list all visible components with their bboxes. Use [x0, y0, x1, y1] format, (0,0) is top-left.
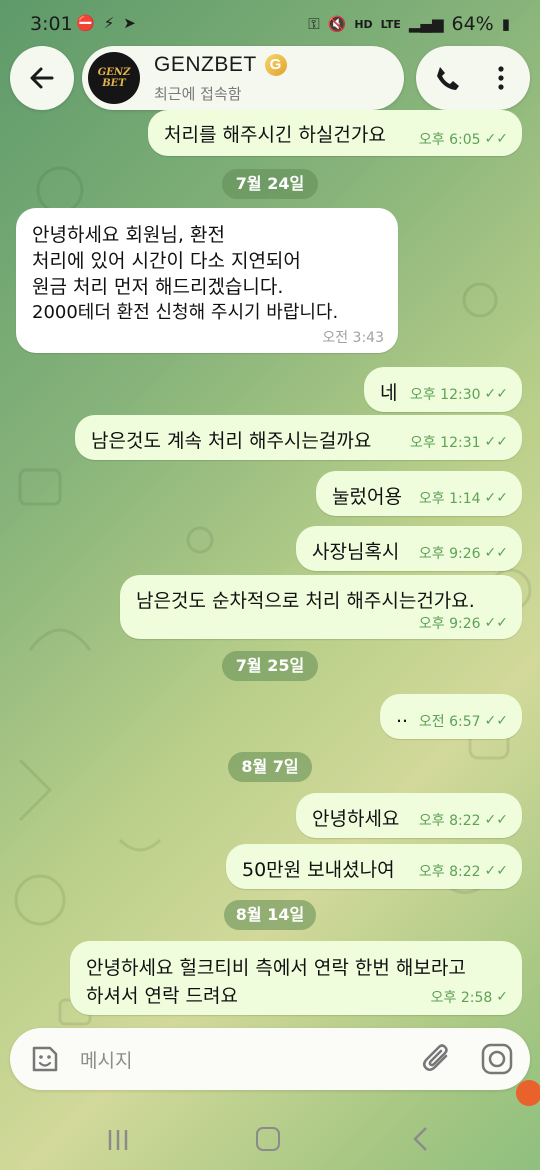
recent-apps-icon[interactable]	[106, 1128, 130, 1152]
date-separator: 7월 24일	[222, 169, 318, 199]
status-time: 3:01	[30, 13, 73, 35]
key-icon: ⚿	[308, 15, 320, 33]
notification-dot[interactable]	[516, 1080, 540, 1106]
message-text: 남은것도 순차적으로 처리 해주시는건가요.	[136, 590, 475, 612]
date-separator: 8월 14일	[224, 900, 316, 930]
message-time: 오후 8:22	[418, 813, 481, 829]
single-check-icon: ✓	[496, 989, 508, 1005]
message-text-line: 안녕하세요 회원님, 환전	[32, 224, 225, 246]
message-text-line: 처리에 있어 시간이 다소 지연되어	[32, 250, 301, 272]
message-bubble-outgoing[interactable]: 50만원 보내셨나여 오후 8:22 ✓✓	[226, 844, 522, 889]
status-bar: 3:01 ⛔ ⚡ ➤ ⚿ 🔇 HD LTE ▂▄▆ 64% ▮	[0, 0, 540, 48]
double-check-icon: ✓✓	[484, 386, 508, 402]
message-text: 안녕하세요	[312, 808, 400, 830]
message-text: 사장님혹시	[312, 541, 400, 563]
hd-voice-icon: HD	[354, 17, 373, 31]
message-time: 오후 12:30	[409, 387, 481, 403]
network-label: LTE	[380, 17, 401, 31]
chat-header[interactable]: GENZ BET GENZBET G 최근에 접속함	[82, 46, 404, 110]
telegram-icon: ➤	[123, 14, 136, 32]
arrow-left-icon	[30, 67, 54, 89]
header-actions	[416, 46, 530, 110]
emoji-badge-icon: G	[264, 54, 287, 77]
message-time: 오후 9:26	[418, 616, 481, 632]
message-text: 처리를 해주시긴 하실건가요	[164, 124, 386, 146]
back-button[interactable]	[10, 46, 74, 110]
message-input[interactable]: 메시지	[80, 1046, 132, 1073]
message-bubble-outgoing[interactable]: 남은것도 순차적으로 처리 해주시는건가요. 오후 9:26 ✓✓	[120, 575, 522, 639]
message-text-line: 2000테더 환전 신청해 주시기 바랍니다.	[32, 302, 339, 323]
dnd-icon: ⛔	[76, 14, 95, 32]
double-check-icon: ✓✓	[484, 863, 508, 879]
message-time: 오후 8:22	[418, 864, 481, 880]
double-check-icon: ✓✓	[484, 615, 508, 631]
message-time: 오후 6:05	[418, 132, 481, 148]
date-separator: 8월 7일	[228, 752, 312, 782]
sticker-icon[interactable]	[28, 1042, 62, 1076]
double-check-icon: ✓✓	[484, 490, 508, 506]
message-time: 오후 9:26	[418, 546, 481, 562]
mute-icon: 🔇	[327, 15, 347, 33]
signal-off-icon: ⚡	[103, 14, 115, 32]
more-vertical-icon[interactable]	[486, 63, 516, 93]
message-bubble-outgoing[interactable]: 남은것도 계속 처리 해주시는걸까요 오후 12:31 ✓✓	[75, 415, 522, 460]
phone-icon[interactable]	[432, 63, 462, 93]
double-check-icon: ✓✓	[484, 812, 508, 828]
system-nav-bar	[0, 1110, 540, 1170]
paperclip-icon[interactable]	[422, 1042, 454, 1076]
message-time: 오후 2:58	[430, 990, 493, 1006]
message-bubble-outgoing[interactable]: .. 오전 6:57 ✓✓	[380, 694, 522, 739]
message-text-line: 원금 처리 먼저 해드리겠습니다.	[32, 276, 284, 298]
message-time: 오후 1:14	[418, 491, 481, 507]
message-time: 오전 6:57	[418, 714, 481, 730]
avatar-logo-line1: GENZ	[97, 67, 131, 78]
camera-icon[interactable]	[480, 1042, 514, 1076]
message-bubble-outgoing[interactable]: 처리를 해주시긴 하실건가요 오후 6:05 ✓✓	[148, 110, 522, 156]
home-icon[interactable]	[256, 1127, 280, 1151]
signal-bars-icon: ▂▄▆	[408, 15, 444, 33]
message-time: 오후 12:31	[409, 435, 481, 451]
nav-back-icon[interactable]	[410, 1126, 432, 1152]
avatar-logo-line2: BET	[102, 78, 126, 89]
battery-percent: 64%	[451, 13, 494, 35]
message-bubble-outgoing[interactable]: 네 오후 12:30 ✓✓	[364, 367, 522, 412]
double-check-icon: ✓✓	[484, 713, 508, 729]
message-bubble-outgoing[interactable]: 안녕하세요 오후 8:22 ✓✓	[296, 793, 522, 838]
message-text-line: 안녕하세요 헐크티비 측에서 연락 한번 해보라고	[86, 957, 466, 979]
message-text-line: 하셔서 연락 드려요	[86, 985, 238, 1007]
message-text: 50만원 보내셨나여	[242, 859, 395, 881]
message-bubble-outgoing[interactable]: 눌렀어용 오후 1:14 ✓✓	[316, 471, 522, 516]
last-seen-status: 최근에 접속함	[154, 85, 242, 103]
battery-icon: ▮	[501, 15, 510, 33]
avatar[interactable]: GENZ BET	[88, 52, 140, 104]
double-check-icon: ✓✓	[484, 434, 508, 450]
message-bubble-incoming[interactable]: 안녕하세요 회원님, 환전 처리에 있어 시간이 다소 지연되어 원금 처리 먼…	[16, 208, 398, 353]
message-text: 네	[380, 382, 398, 404]
chat-title: GENZBET	[154, 53, 257, 76]
message-text: 남은것도 계속 처리 해주시는걸까요	[91, 430, 372, 452]
message-composer: 메시지	[10, 1028, 530, 1090]
message-text: ..	[396, 705, 409, 727]
message-time: 오전 3:43	[322, 330, 384, 346]
message-text: 눌렀어용	[332, 486, 402, 508]
message-bubble-outgoing[interactable]: 사장님혹시 오후 9:26 ✓✓	[296, 526, 522, 571]
double-check-icon: ✓✓	[484, 545, 508, 561]
message-bubble-outgoing[interactable]: 안녕하세요 헐크티비 측에서 연락 한번 해보라고 하셔서 연락 드려요 오후 …	[70, 941, 522, 1015]
double-check-icon: ✓✓	[484, 131, 508, 147]
date-separator: 7월 25일	[222, 651, 318, 681]
